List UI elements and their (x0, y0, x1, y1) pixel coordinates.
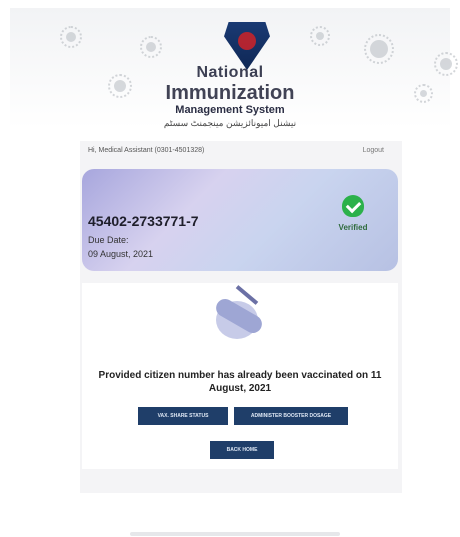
citizen-number: 45402-2733771-7 (88, 213, 199, 229)
top-bar: Hi, Medical Assistant (0301-4501328) Log… (80, 141, 402, 163)
due-date-value: 09 August, 2021 (88, 249, 154, 259)
brand-title-national: National (196, 64, 264, 81)
result-section: Provided citizen number has already been… (82, 283, 398, 469)
brand-subtitle: Management System (175, 104, 285, 116)
back-home-button[interactable]: BACK HOME (210, 441, 274, 459)
verified-shield-icon (342, 195, 364, 217)
due-date-label: Due Date: (88, 235, 129, 245)
footer-text (130, 532, 340, 536)
main-panel: Hi, Medical Assistant (0301-4501328) Log… (80, 141, 402, 493)
virus-decoration (310, 26, 330, 46)
welcome-text: Hi, Medical Assistant (0301-4501328) (88, 147, 205, 154)
verified-label: Verified (338, 223, 368, 232)
administer-booster-button[interactable]: ADMINISTER BOOSTER DOSAGE (234, 407, 348, 425)
app-header: National Immunization Management System … (10, 8, 458, 128)
vaccination-arm-icon (208, 285, 272, 341)
vaccination-message: Provided citizen number has already been… (98, 370, 382, 394)
verification-status: Verified (324, 195, 382, 232)
virus-decoration (364, 34, 394, 64)
vaccination-status-button[interactable]: VAX. SHARE STATUS (138, 407, 228, 425)
brand-urdu-subtitle: نیشنل امیونائزیشن مینجمنٹ سسٹم (163, 118, 297, 128)
brand-title-immunization: Immunization (165, 82, 295, 104)
logout-link[interactable]: Logout (363, 147, 384, 154)
shield-logo-icon (224, 22, 270, 70)
virus-decoration (140, 36, 162, 58)
citizen-status-card: 45402-2733771-7 Due Date: 09 August, 202… (82, 169, 398, 271)
virus-decoration (60, 26, 82, 48)
